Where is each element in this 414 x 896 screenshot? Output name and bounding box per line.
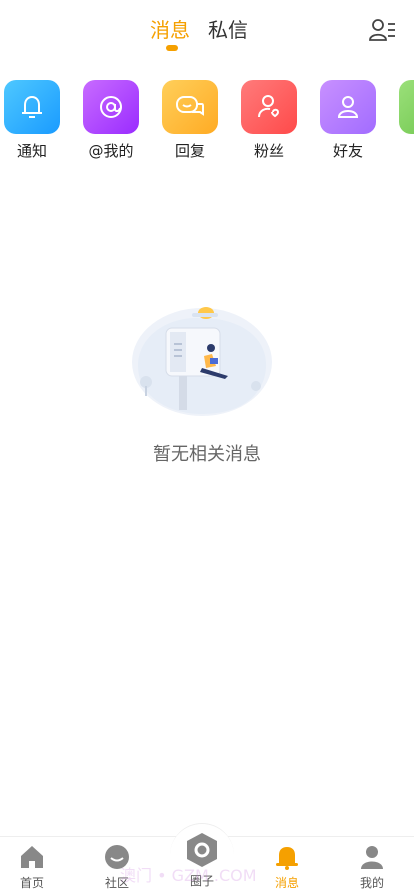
tab-private-messages[interactable]: 私信 (208, 14, 248, 43)
nav-label: 社区 (104, 876, 129, 890)
category-label: 通知 (16, 142, 47, 160)
category-fans[interactable]: 粉丝 (239, 80, 299, 160)
contacts-list-icon[interactable] (368, 16, 396, 44)
category-notifications[interactable]: 通知 (2, 80, 62, 160)
category-tile (162, 80, 218, 134)
partial-tile-icon (399, 80, 414, 134)
bell-icon (22, 95, 42, 118)
nav-home[interactable]: 首页 (2, 843, 62, 891)
category-label: @我的 (88, 142, 134, 160)
nav-label: 圈子 (189, 874, 214, 888)
community-icon (105, 845, 129, 869)
header: 消息 私信 (0, 0, 414, 60)
bell-icon (276, 847, 298, 870)
active-tab-indicator (166, 45, 178, 51)
category-partial[interactable] (397, 80, 414, 140)
nav-label: 我的 (359, 876, 384, 890)
category-mentions[interactable]: @我的 (81, 80, 141, 160)
category-label: 好友 (332, 142, 363, 160)
circle-hexagon-icon (187, 833, 217, 867)
category-tile (4, 80, 60, 134)
home-icon (21, 846, 43, 868)
category-label: 粉丝 (253, 142, 284, 160)
nav-label: 消息 (274, 876, 299, 890)
top-tabs: 消息 私信 (150, 14, 248, 43)
person-icon (337, 96, 359, 118)
mailbox-reading-illustration (132, 307, 272, 416)
at-sign-icon (100, 96, 122, 118)
nav-circle[interactable]: 圈子 (172, 831, 232, 889)
person-heart-icon (258, 95, 280, 118)
empty-state-text: 暂无相关消息 (153, 444, 261, 465)
message-categories: 通知 @我的 回复 粉丝 好友 (0, 80, 414, 160)
chat-bubble-icon (176, 96, 204, 116)
nav-label: 首页 (19, 876, 44, 890)
tab-messages[interactable]: 消息 (150, 14, 190, 43)
category-friends[interactable]: 好友 (318, 80, 378, 160)
category-tile (241, 80, 297, 134)
category-tile (320, 80, 376, 134)
nav-community[interactable]: 社区 (87, 843, 147, 891)
user-icon (361, 846, 383, 869)
category-tile (83, 80, 139, 134)
bottom-nav: 首页 社区 圈子 消息 我的 (0, 823, 414, 896)
category-replies[interactable]: 回复 (160, 80, 220, 160)
nav-messages[interactable]: 消息 (257, 843, 317, 891)
nav-me[interactable]: 我的 (342, 843, 402, 891)
category-label: 回复 (174, 142, 205, 160)
